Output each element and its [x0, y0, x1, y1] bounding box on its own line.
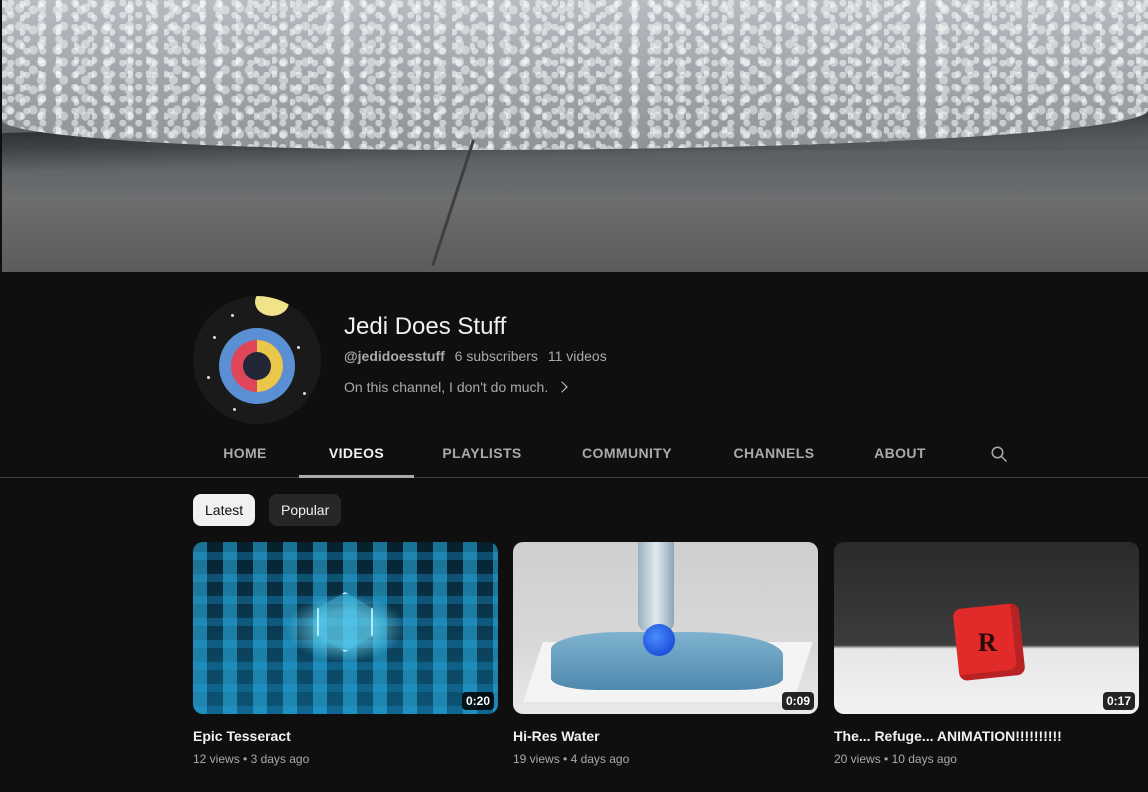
- video-card[interactable]: 0:09 Hi-Res Water 19 views • 4 days ago: [513, 542, 818, 766]
- channel-page: Jedi Does Stuff @jedidoesstuff 6 subscri…: [0, 0, 1148, 792]
- channel-description[interactable]: On this channel, I don't do much.: [344, 379, 568, 395]
- thumbnail-ball: [643, 624, 675, 656]
- banner-foam: [2, 0, 1148, 150]
- video-age: 10 days ago: [891, 752, 957, 766]
- tab-playlists[interactable]: PLAYLISTS: [424, 430, 540, 477]
- video-views: 19 views: [513, 752, 560, 766]
- avatar-moon: [255, 296, 289, 316]
- video-duration: 0:09: [781, 692, 814, 710]
- channel-banner: [2, 0, 1148, 272]
- channel-handle: @jedidoesstuff: [344, 348, 445, 364]
- video-count: 11 videos: [547, 348, 607, 364]
- tab-channels[interactable]: CHANNELS: [720, 430, 828, 477]
- filter-popular[interactable]: Popular: [269, 494, 342, 526]
- thumbnail-pipe: [638, 542, 674, 632]
- video-duration: 0:17: [1102, 692, 1135, 710]
- video-views: 12 views: [193, 752, 240, 766]
- video-thumbnail[interactable]: 0:20: [193, 542, 498, 714]
- avatar-star: [233, 408, 236, 411]
- video-thumbnail[interactable]: 0:09: [513, 542, 818, 714]
- tab-videos[interactable]: VIDEOS: [299, 430, 414, 478]
- avatar-star: [231, 314, 234, 317]
- video-age: 4 days ago: [570, 752, 630, 766]
- video-title[interactable]: Epic Tesseract: [193, 728, 498, 744]
- subscriber-count: 6 subscribers: [454, 348, 538, 364]
- video-meta: 12 views • 3 days ago: [193, 752, 310, 766]
- video-thumbnail[interactable]: R 0:17: [834, 542, 1139, 714]
- video-meta: 19 views • 4 days ago: [513, 752, 630, 766]
- channel-meta: @jedidoesstuff 6 subscribers 11 videos: [344, 348, 613, 364]
- chevron-right-icon: [556, 381, 568, 393]
- video-title[interactable]: Hi-Res Water: [513, 728, 818, 744]
- video-card[interactable]: 0:20 Epic Tesseract 12 views • 3 days ag…: [193, 542, 498, 766]
- avatar-star: [297, 346, 300, 349]
- tab-community[interactable]: COMMUNITY: [568, 430, 686, 477]
- video-meta: 20 views • 10 days ago: [834, 752, 957, 766]
- channel-tabs: HOME VIDEOS PLAYLISTS COMMUNITY CHANNELS…: [0, 430, 1148, 478]
- avatar-star: [303, 392, 306, 395]
- filter-latest[interactable]: Latest: [193, 494, 256, 526]
- video-card[interactable]: R 0:17 The... Refuge... ANIMATION!!!!!!!…: [834, 542, 1139, 766]
- search-icon[interactable]: [990, 445, 1008, 463]
- tesseract-shape: [317, 592, 373, 652]
- video-views: 20 views: [834, 752, 881, 766]
- channel-avatar[interactable]: [193, 296, 321, 424]
- channel-description-text: On this channel, I don't do much.: [344, 379, 549, 395]
- tab-home[interactable]: HOME: [193, 430, 297, 477]
- channel-name: Jedi Does Stuff: [344, 313, 507, 340]
- avatar-star: [207, 376, 210, 379]
- video-title[interactable]: The... Refuge... ANIMATION!!!!!!!!!!: [834, 728, 1139, 744]
- avatar-core: [243, 352, 271, 380]
- tab-about[interactable]: ABOUT: [860, 430, 940, 477]
- avatar-star: [213, 336, 216, 339]
- video-duration: 0:20: [461, 692, 494, 710]
- video-age: 3 days ago: [250, 752, 310, 766]
- thumbnail-letter: R: [978, 628, 997, 657]
